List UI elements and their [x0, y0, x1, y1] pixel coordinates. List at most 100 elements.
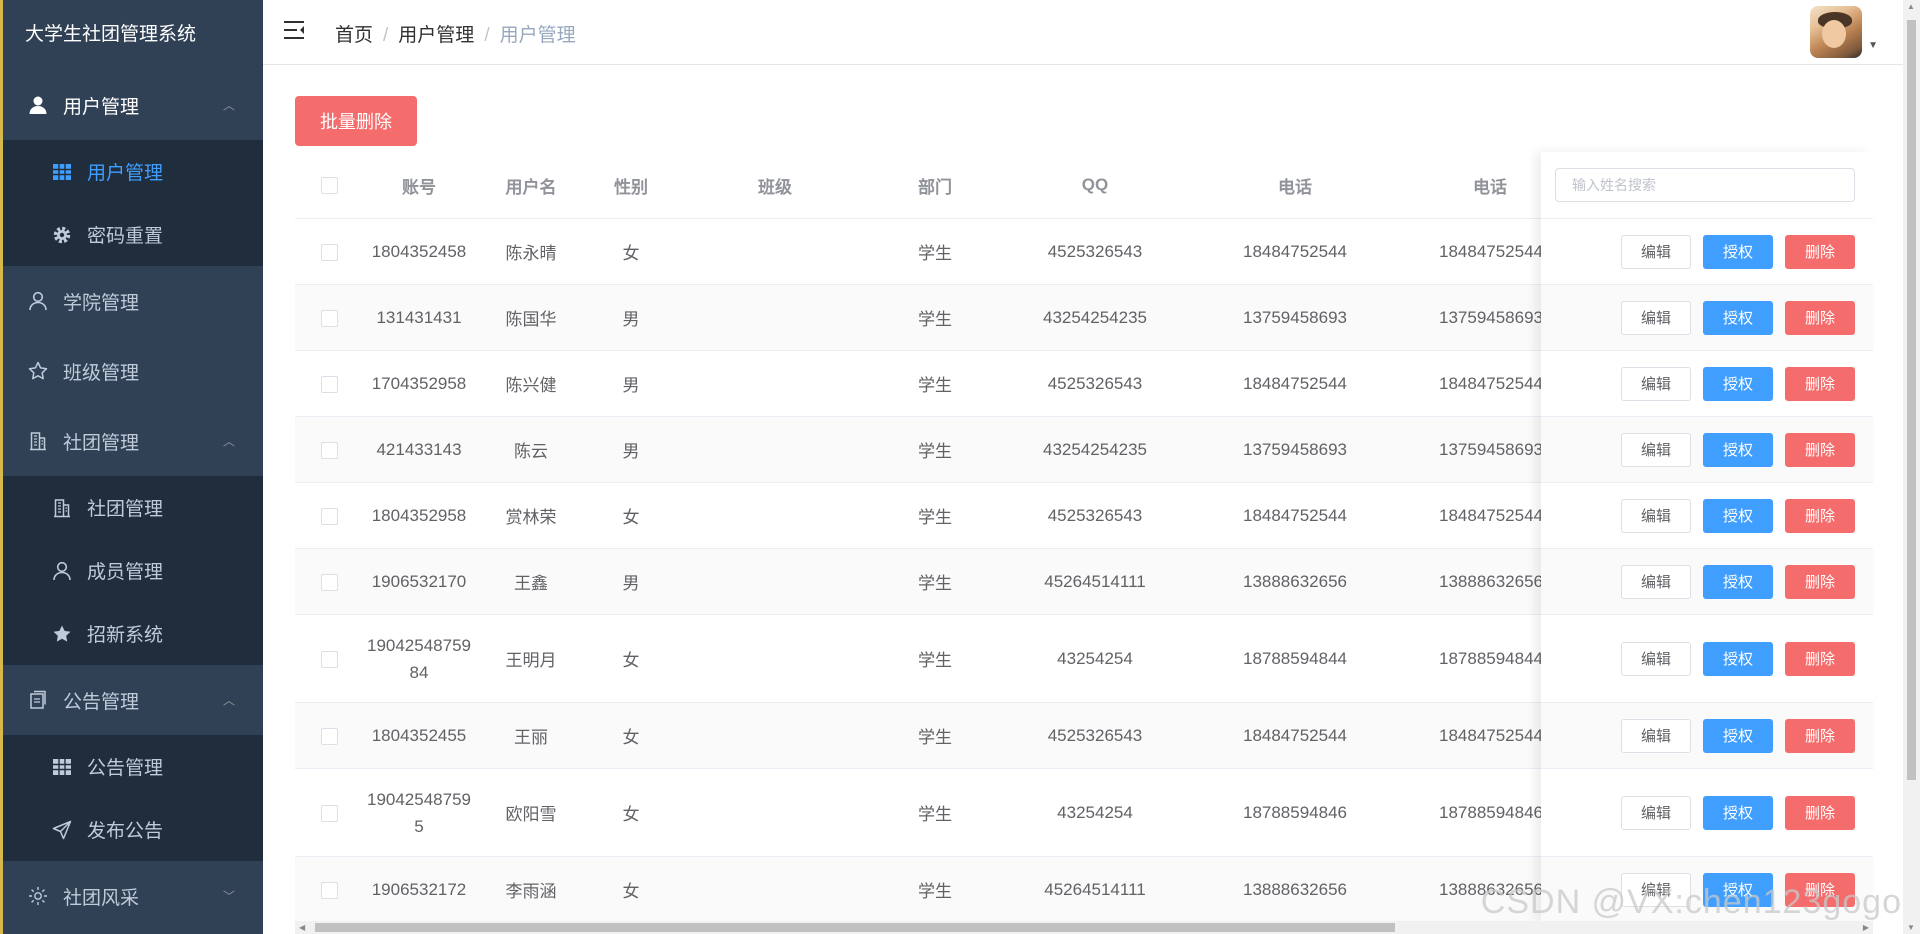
- delete-button[interactable]: 删除: [1785, 366, 1855, 401]
- edit-button[interactable]: 编辑: [1621, 234, 1691, 269]
- row-checkbox[interactable]: [320, 309, 338, 327]
- submenu-recruitment-system[interactable]: 招新系统: [3, 602, 263, 665]
- row-checkbox[interactable]: [320, 375, 338, 393]
- cell-qq: 4525326543: [995, 350, 1195, 417]
- edit-button[interactable]: 编辑: [1621, 564, 1691, 599]
- cell-gender: 男: [587, 416, 675, 483]
- menu-user-management[interactable]: 用户管理 ︿: [3, 70, 263, 140]
- column-header[interactable]: 班级: [675, 152, 875, 219]
- breadcrumb-home[interactable]: 首页: [335, 25, 373, 46]
- authorize-button[interactable]: 授权: [1703, 498, 1773, 533]
- column-header[interactable]: 部门: [875, 152, 995, 219]
- delete-button[interactable]: 删除: [1785, 564, 1855, 599]
- authorize-button[interactable]: 授权: [1703, 300, 1773, 335]
- row-checkbox[interactable]: [320, 650, 338, 668]
- edit-button[interactable]: 编辑: [1621, 366, 1691, 401]
- edit-button[interactable]: 编辑: [1621, 300, 1691, 335]
- cell-gender: 男: [587, 548, 675, 615]
- cell-qq: 43254254235: [995, 284, 1195, 351]
- row-checkbox[interactable]: [320, 507, 338, 525]
- cell-account: 1804352958: [363, 482, 475, 549]
- scroll-right-icon[interactable]: ▶: [1863, 921, 1869, 934]
- authorize-button[interactable]: 授权: [1703, 641, 1773, 676]
- cell-department: 学生: [875, 702, 995, 769]
- column-header[interactable]: 电话: [1195, 152, 1395, 219]
- cell-account: 190425487595: [363, 768, 475, 857]
- edit-button[interactable]: 编辑: [1621, 795, 1691, 830]
- scroll-down-icon[interactable]: ▼: [1907, 923, 1915, 932]
- breadcrumb: 首页 / 用户管理 / 用户管理: [335, 20, 576, 47]
- column-header[interactable]: 性别: [587, 152, 675, 219]
- submenu-member-management[interactable]: 成员管理: [3, 539, 263, 602]
- edit-button[interactable]: 编辑: [1621, 718, 1691, 753]
- authorize-button[interactable]: 授权: [1703, 795, 1773, 830]
- authorize-button[interactable]: 授权: [1703, 564, 1773, 599]
- cell-department: 学生: [875, 614, 995, 703]
- row-checkbox[interactable]: [320, 573, 338, 591]
- caret-down-icon[interactable]: ▼: [1868, 40, 1878, 51]
- cell-username: 王明月: [475, 614, 587, 703]
- scroll-up-icon[interactable]: ▲: [1907, 2, 1915, 11]
- submenu-user-management[interactable]: 用户管理: [3, 140, 263, 203]
- delete-button[interactable]: 删除: [1785, 498, 1855, 533]
- authorize-button[interactable]: 授权: [1703, 718, 1773, 753]
- vertical-scroll-thumb[interactable]: [1907, 20, 1916, 780]
- column-header[interactable]: 账号: [363, 152, 475, 219]
- submenu-password-reset[interactable]: 密码重置: [3, 203, 263, 266]
- menu-class-management[interactable]: 班级管理: [3, 336, 263, 406]
- avatar[interactable]: [1810, 6, 1862, 58]
- vertical-scrollbar[interactable]: ▲ ▼: [1903, 0, 1920, 934]
- authorize-button[interactable]: 授权: [1703, 366, 1773, 401]
- delete-button[interactable]: 删除: [1785, 300, 1855, 335]
- horizontal-scroll-thumb[interactable]: [315, 923, 1395, 932]
- submenu-notice-management[interactable]: 公告管理: [3, 735, 263, 798]
- edit-button[interactable]: 编辑: [1621, 432, 1691, 467]
- grid-icon: [49, 758, 75, 776]
- authorize-button[interactable]: 授权: [1703, 234, 1773, 269]
- select-all-checkbox[interactable]: [320, 177, 338, 195]
- submenu-club-management[interactable]: 社团管理: [3, 476, 263, 539]
- column-header[interactable]: QQ: [995, 152, 1195, 219]
- edit-button[interactable]: 编辑: [1621, 498, 1691, 533]
- scroll-left-icon[interactable]: ◀: [299, 921, 305, 934]
- star-outline-icon: [25, 361, 51, 381]
- row-checkbox[interactable]: [320, 243, 338, 261]
- row-actions: 编辑 授权 删除: [1541, 483, 1873, 549]
- menu-club-showcase[interactable]: 社团风采 ﹀: [3, 861, 263, 931]
- user-outline-icon: [25, 291, 51, 311]
- menu-club-management[interactable]: 社团管理 ︿: [3, 406, 263, 476]
- edit-button[interactable]: 编辑: [1621, 641, 1691, 676]
- row-checkbox[interactable]: [320, 727, 338, 745]
- user-outline-icon: [49, 561, 75, 581]
- cell-qq: 4525326543: [995, 702, 1195, 769]
- row-checkbox[interactable]: [320, 804, 338, 822]
- name-search-input[interactable]: [1555, 168, 1855, 202]
- horizontal-scrollbar[interactable]: ◀ ▶: [295, 921, 1873, 934]
- cell-account: 1904254875984: [363, 614, 475, 703]
- cell-class: [675, 768, 875, 857]
- delete-button[interactable]: 删除: [1785, 234, 1855, 269]
- cell-account: 1906532170: [363, 548, 475, 615]
- breadcrumb-user-management[interactable]: 用户管理: [398, 25, 474, 46]
- column-header[interactable]: 用户名: [475, 152, 587, 219]
- submenu-publish-notice[interactable]: 发布公告: [3, 798, 263, 861]
- authorize-button[interactable]: 授权: [1703, 432, 1773, 467]
- cell-phone: 13759458693: [1195, 416, 1395, 483]
- menu-notice-management[interactable]: 公告管理 ︿: [3, 665, 263, 735]
- menu-college-management[interactable]: 学院管理: [3, 266, 263, 336]
- cell-username: 陈云: [475, 416, 587, 483]
- delete-button[interactable]: 删除: [1785, 641, 1855, 676]
- chevron-up-icon: ︿: [222, 693, 235, 708]
- batch-delete-button[interactable]: 批量删除: [295, 96, 417, 146]
- hamburger-icon[interactable]: [283, 20, 305, 40]
- document-icon: [25, 690, 51, 710]
- cell-class: [675, 482, 875, 549]
- delete-button[interactable]: 删除: [1785, 718, 1855, 753]
- cell-qq: 43254254235: [995, 416, 1195, 483]
- row-checkbox[interactable]: [320, 441, 338, 459]
- cell-phone: 18484752544: [1195, 350, 1395, 417]
- row-actions: 编辑 授权 删除: [1541, 769, 1873, 857]
- delete-button[interactable]: 删除: [1785, 795, 1855, 830]
- row-checkbox[interactable]: [320, 881, 338, 899]
- delete-button[interactable]: 删除: [1785, 432, 1855, 467]
